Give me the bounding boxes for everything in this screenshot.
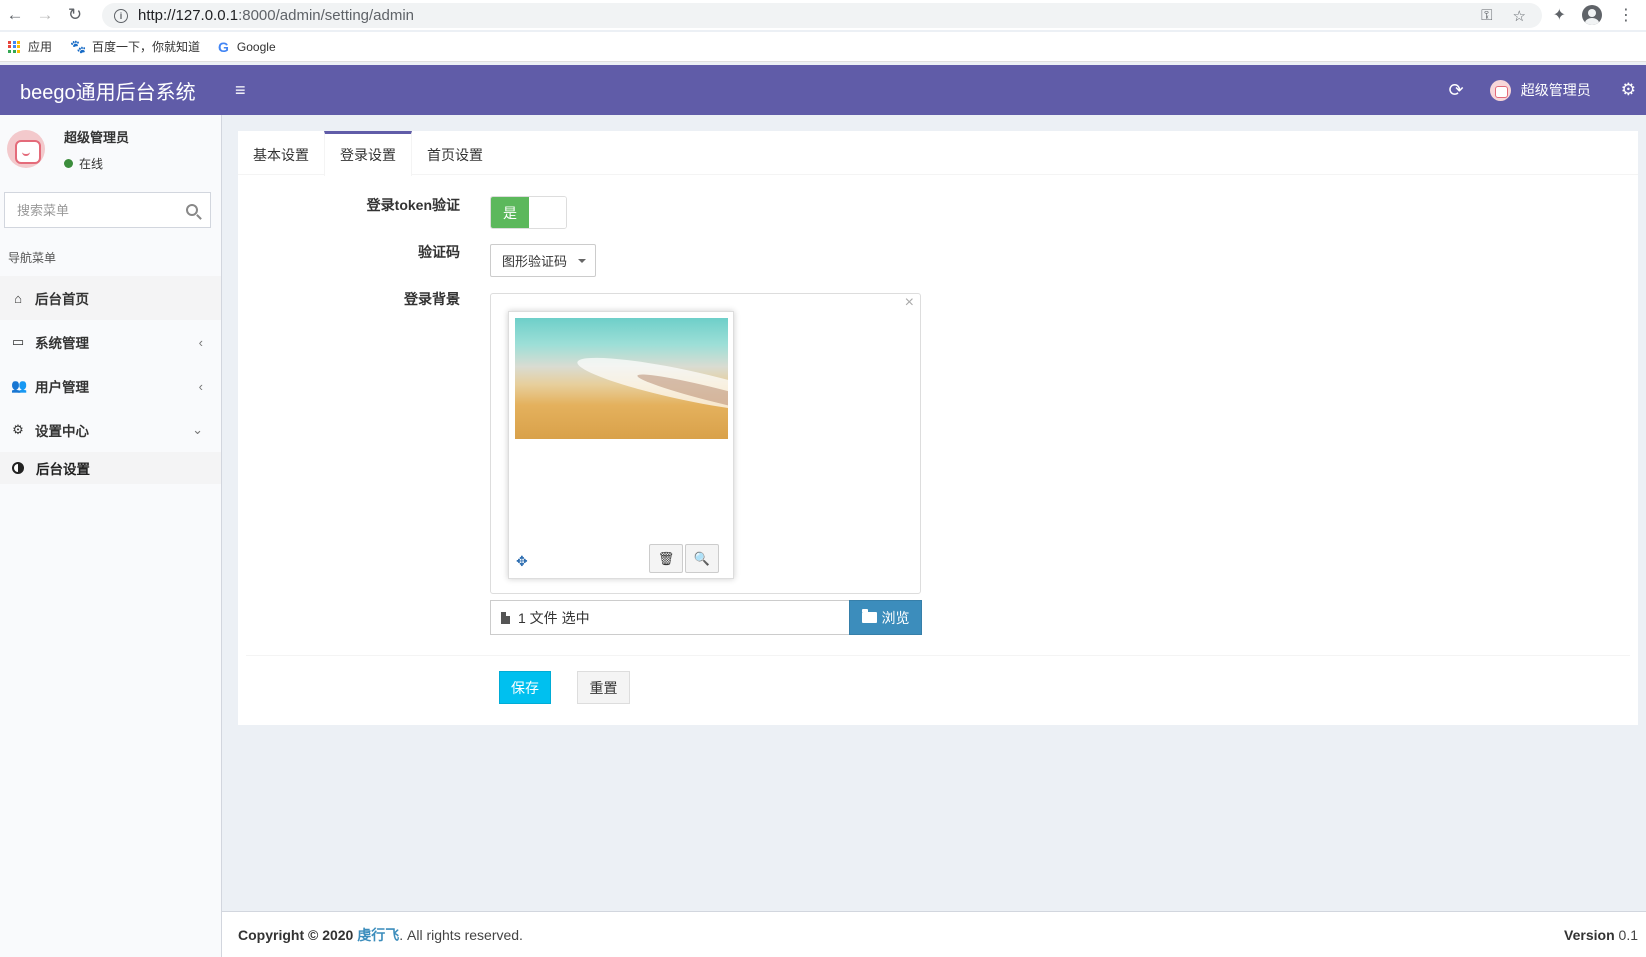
key-icon[interactable]: ⚿ — [1481, 7, 1492, 24]
bookmark-baidu[interactable]: 🐾 百度一下，你就知道 — [70, 38, 200, 55]
tab-bar: 基本设置 登录设置 首页设置 — [238, 131, 1638, 176]
chevron-left-icon: ‹ — [198, 334, 203, 350]
token-row: 登录token验证 — [238, 195, 460, 215]
baidu-paw-icon: 🐾 — [70, 38, 87, 54]
chevron-down-icon: ⌄ — [192, 422, 203, 437]
toggle-on-label: 是 — [491, 197, 529, 228]
search-input[interactable] — [17, 202, 167, 218]
home-icon: ⌂ — [14, 290, 22, 306]
main-header: beego通用后台系统 ≡ ⟳ 超级管理员 ⚙ — [0, 65, 1646, 115]
reload-icon[interactable]: ↻ — [60, 0, 90, 30]
footer: Copyright © 2020 虔行飞. All rights reserve… — [222, 911, 1646, 957]
tab-basic-settings[interactable]: 基本设置 — [238, 131, 324, 175]
delete-button[interactable]: 🗑 — [649, 544, 683, 573]
captcha-row: 验证码 — [238, 242, 460, 262]
cogs-icon: ⚙ — [12, 422, 24, 437]
file-icon — [501, 611, 510, 624]
browse-button[interactable]: 浏览 — [849, 600, 922, 635]
captcha-label: 验证码 — [418, 244, 460, 260]
address-bar[interactable]: i http://127.0.0.1:8000/admin/setting/ad… — [102, 3, 1542, 28]
form-divider — [246, 655, 1630, 656]
adjust-icon — [12, 462, 24, 474]
sidebar-item-home[interactable]: ⌂ 后台首页 — [0, 276, 221, 320]
copyright: Copyright © 2020 虔行飞. All rights reserve… — [238, 926, 523, 943]
bookmark-google[interactable]: G Google — [218, 39, 276, 55]
info-icon[interactable]: i — [114, 8, 128, 23]
move-icon[interactable]: ✥ — [516, 553, 528, 570]
background-label: 登录背景 — [404, 291, 460, 307]
file-preview-card: ✥ 🗑 🔍 — [508, 311, 734, 579]
author-link[interactable]: 虔行飞 — [357, 927, 399, 943]
kebab-menu-icon[interactable]: ⋮ — [1618, 5, 1634, 25]
user-panel: 超级管理员 在线 — [0, 115, 221, 183]
url-text[interactable]: http://127.0.0.1:8000/admin/setting/admi… — [138, 7, 414, 24]
users-icon: 👥 — [11, 378, 28, 393]
sidebar-item-users[interactable]: 👥 用户管理 ‹ — [0, 364, 221, 408]
sidebar-toggle-icon[interactable]: ≡ — [235, 80, 255, 101]
bookmark-apps[interactable]: 应用 — [8, 38, 52, 55]
captcha-select[interactable]: 图形验证码 — [490, 244, 596, 277]
desktop-icon: ▭ — [11, 334, 25, 349]
chevron-left-icon: ‹ — [198, 378, 203, 394]
nav-header: 导航菜单 — [8, 251, 57, 265]
avatar — [1489, 79, 1511, 101]
sidebar-item-settings[interactable]: ⚙ 设置中心 ⌄ — [0, 408, 221, 452]
forward-arrow-icon[interactable]: → — [30, 0, 60, 30]
token-label: 登录token验证 — [366, 197, 460, 213]
settings-panel: 基本设置 登录设置 首页设置 登录token验证 是 验证码 图形验证码 登录背… — [238, 131, 1638, 725]
app-logo[interactable]: beego通用后台系统 — [0, 76, 222, 105]
sidebar-search — [4, 192, 211, 228]
save-button[interactable]: 保存 — [499, 671, 551, 704]
online-dot-icon — [64, 158, 73, 168]
bookmarks-bar: 应用 🐾 百度一下，你就知道 G Google — [0, 32, 1646, 62]
tab-login-settings[interactable]: 登录设置 — [324, 131, 412, 176]
star-icon[interactable]: ☆ — [1513, 7, 1526, 25]
sidebar: 超级管理员 在线 导航菜单 ⌂ 后台首页 ▭ 系统管理 ‹ 👥 用户管理 ‹ ⚙… — [0, 115, 222, 957]
toggle-off-area — [529, 197, 566, 228]
token-toggle[interactable]: 是 — [490, 196, 567, 229]
avatar — [7, 130, 45, 168]
apps-grid-icon — [8, 40, 20, 53]
file-caption[interactable]: 1 文件 选中 — [490, 600, 849, 635]
back-arrow-icon[interactable]: ← — [0, 0, 30, 30]
google-g-icon: G — [218, 38, 229, 55]
cogs-icon[interactable]: ⚙ — [1621, 80, 1636, 100]
tab-home-settings[interactable]: 首页设置 — [412, 131, 498, 175]
browser-toolbar: ← → ↻ i http://127.0.0.1:8000/admin/sett… — [0, 0, 1646, 30]
profile-icon[interactable] — [1582, 5, 1602, 25]
version: Version 0.1 — [1564, 926, 1638, 943]
caret-down-icon — [578, 259, 586, 263]
extensions-puzzle-icon[interactable]: ✦ — [1553, 5, 1566, 25]
folder-open-icon — [861, 609, 877, 623]
sidebar-user-name: 超级管理员 — [64, 129, 130, 145]
status-badge: 在线 — [64, 155, 129, 172]
file-preview-panel: × ✥ 🗑 🔍 — [490, 293, 921, 594]
beach-thumbnail — [515, 318, 728, 439]
sidebar-item-system[interactable]: ▭ 系统管理 ‹ — [0, 320, 221, 364]
user-menu[interactable]: 超级管理员 — [1489, 79, 1591, 101]
close-icon[interactable]: × — [905, 294, 914, 312]
background-row: 登录背景 — [238, 289, 460, 309]
header-user-name: 超级管理员 — [1520, 82, 1591, 98]
refresh-icon[interactable]: ⟳ — [1449, 80, 1464, 101]
trash-icon: 🗑 — [657, 550, 675, 566]
file-input: 1 文件 选中 浏览 — [490, 600, 922, 635]
sidebar-item-admin-settings[interactable]: 后台设置 — [0, 452, 221, 484]
reset-button[interactable]: 重置 — [577, 671, 630, 704]
zoom-button[interactable]: 🔍 — [685, 544, 719, 573]
search-icon[interactable] — [186, 204, 198, 216]
zoom-in-icon: 🔍 — [693, 550, 711, 566]
